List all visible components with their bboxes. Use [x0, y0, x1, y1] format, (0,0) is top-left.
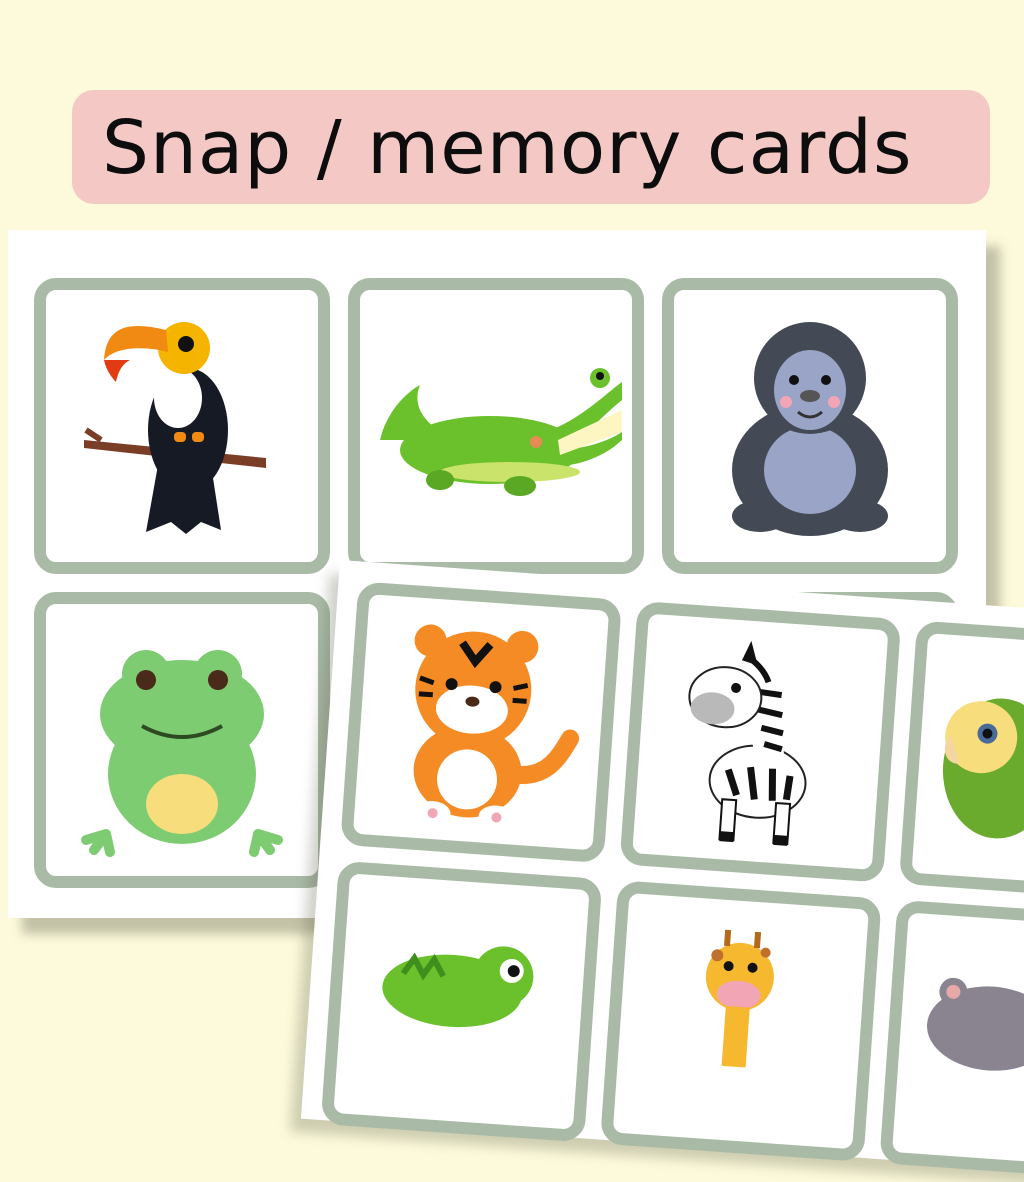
title-banner: Snap / memory cards	[72, 90, 990, 204]
page-title: Snap / memory cards	[102, 105, 913, 191]
card-zebra	[619, 600, 902, 883]
hippo-illustration	[926, 977, 1024, 1071]
card-crocodile	[348, 278, 644, 574]
frog-illustration	[81, 650, 283, 857]
chameleon-illustration	[382, 946, 534, 1028]
toucan-illustration	[84, 322, 266, 534]
card-gorilla	[662, 278, 958, 574]
card-hippo	[879, 899, 1024, 1182]
zebra-illustration	[688, 640, 807, 846]
card-tiger	[340, 581, 622, 864]
crocodile-illustration	[380, 368, 622, 496]
gorilla-illustration	[732, 322, 888, 536]
tiger-illustration	[413, 624, 580, 830]
card-toucan	[34, 278, 330, 574]
giraffe-illustration	[705, 929, 774, 1068]
parrot-illustration	[942, 698, 1024, 839]
card-sheet-front	[300, 560, 1024, 1182]
card-chameleon	[320, 860, 603, 1143]
card-parrot	[898, 620, 1024, 903]
card-giraffe	[599, 880, 882, 1162]
card-frog	[34, 592, 330, 888]
